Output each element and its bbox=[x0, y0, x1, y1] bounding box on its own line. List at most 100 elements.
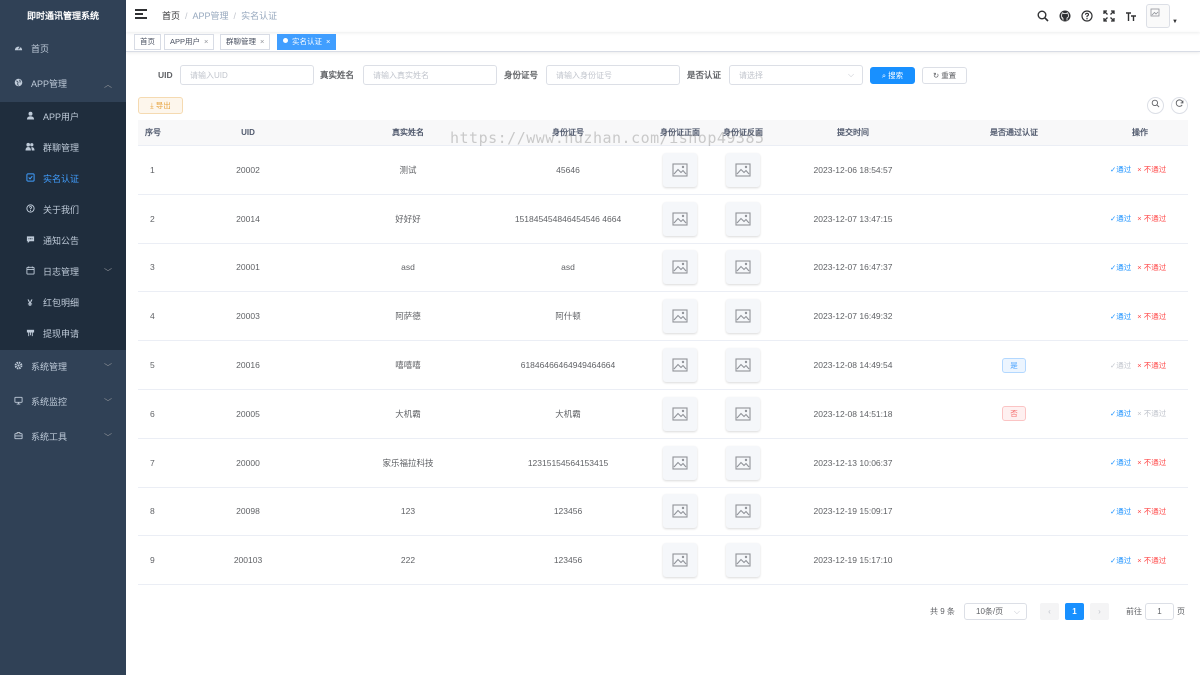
tag-group-chat[interactable]: 群聊管理 × bbox=[220, 34, 271, 50]
close-icon[interactable]: × bbox=[326, 37, 330, 46]
sidebar-item-real-name[interactable]: 实名认证 bbox=[0, 164, 126, 195]
image-placeholder-icon[interactable] bbox=[663, 396, 697, 431]
sidebar-item-notice[interactable]: 通知公告 bbox=[0, 226, 126, 257]
image-placeholder-icon[interactable] bbox=[726, 299, 760, 334]
approve-button[interactable]: ✓通过 bbox=[1110, 457, 1131, 468]
fullscreen-icon[interactable] bbox=[1102, 10, 1115, 23]
github-icon[interactable] bbox=[1058, 10, 1071, 23]
close-icon[interactable]: × bbox=[260, 37, 264, 46]
cell-verified: 是 bbox=[964, 341, 1064, 389]
approve-button[interactable]: ✓通过 bbox=[1110, 164, 1131, 175]
image-placeholder-icon[interactable] bbox=[726, 348, 760, 383]
toggle-search-button[interactable] bbox=[1147, 97, 1164, 114]
refresh-button[interactable] bbox=[1171, 97, 1188, 114]
approve-button[interactable]: ✓通过 bbox=[1110, 555, 1131, 566]
approve-button[interactable]: ✓通过 bbox=[1110, 506, 1131, 517]
approve-label: 通过 bbox=[1116, 555, 1132, 565]
reject-button[interactable]: × 不通过 bbox=[1137, 213, 1166, 224]
image-placeholder-icon[interactable] bbox=[726, 445, 760, 480]
prev-page-button[interactable]: ‹ bbox=[1040, 603, 1059, 620]
reject-button[interactable]: × 不通过 bbox=[1137, 408, 1166, 419]
sidebar-item-app-users[interactable]: APP用户 bbox=[0, 102, 126, 133]
image-placeholder-icon[interactable] bbox=[663, 152, 697, 187]
export-button[interactable]: ⤓ 导出 bbox=[138, 97, 183, 114]
image-placeholder-icon[interactable] bbox=[726, 201, 760, 236]
caret-down-icon[interactable]: ▼ bbox=[1172, 19, 1178, 25]
cell-id-back bbox=[713, 439, 773, 487]
reject-button[interactable]: × 不通过 bbox=[1137, 311, 1166, 322]
hamburger-icon[interactable] bbox=[135, 9, 147, 21]
goto-page-input[interactable] bbox=[1145, 603, 1174, 620]
checkbox-icon bbox=[24, 164, 36, 195]
sidebar-item-about[interactable]: 关于我们 bbox=[0, 195, 126, 226]
approve-button[interactable]: ✓通过 bbox=[1110, 311, 1131, 322]
cell-verified bbox=[964, 488, 1064, 536]
sidebar-item-withdraw[interactable]: 提现申请 bbox=[0, 319, 126, 350]
cell-submit-time: 2023-12-07 16:49:32 bbox=[813, 311, 893, 322]
sidebar-item-tools[interactable]: 系统工具 ﹀ bbox=[0, 420, 126, 455]
cell-submit-time: 2023-12-08 14:49:54 bbox=[813, 360, 893, 371]
sidebar-item-label: APP管理 bbox=[31, 79, 68, 89]
tag-home[interactable]: 首页 bbox=[134, 34, 161, 50]
image-placeholder-icon[interactable] bbox=[663, 494, 697, 529]
image-placeholder-icon[interactable] bbox=[726, 494, 760, 529]
reject-button[interactable]: × 不通过 bbox=[1137, 457, 1166, 468]
breadcrumb-app-manage[interactable]: APP管理 bbox=[193, 11, 229, 21]
real-name-input[interactable] bbox=[363, 65, 497, 85]
help-icon[interactable] bbox=[1080, 10, 1093, 23]
reject-button[interactable]: × 不通过 bbox=[1137, 262, 1166, 273]
sidebar-item-system[interactable]: 系统管理 ﹀ bbox=[0, 350, 126, 385]
approve-button[interactable]: ✓通过 bbox=[1110, 213, 1131, 224]
cell-idcard: 123456 bbox=[553, 555, 583, 566]
uid-input[interactable] bbox=[180, 65, 314, 85]
image-placeholder-icon[interactable] bbox=[726, 543, 760, 578]
image-placeholder-icon[interactable] bbox=[726, 396, 760, 431]
approve-label: 通过 bbox=[1116, 311, 1132, 321]
tag-app-users[interactable]: APP用户 × bbox=[164, 34, 215, 50]
approve-button[interactable]: ✓通过 bbox=[1110, 360, 1131, 371]
navbar: 首页 / APP管理 / 实名认证 ▼ bbox=[126, 0, 1200, 32]
image-placeholder-icon[interactable] bbox=[663, 348, 697, 383]
toolbox-icon bbox=[12, 420, 24, 455]
page-size-select[interactable]: 10条/页 ⌵ bbox=[964, 603, 1027, 620]
page-number-current[interactable]: 1 bbox=[1065, 603, 1084, 620]
sidebar-item-redpacket[interactable]: ¥ 红包明细 bbox=[0, 288, 126, 319]
cell-index: 1 bbox=[150, 164, 155, 175]
image-placeholder-icon[interactable] bbox=[663, 250, 697, 285]
sidebar-item-group-chat[interactable]: 群聊管理 bbox=[0, 133, 126, 164]
image-placeholder-icon[interactable] bbox=[663, 445, 697, 480]
image-placeholder-icon[interactable] bbox=[663, 543, 697, 578]
reset-button[interactable]: ↻ 重置 bbox=[922, 67, 967, 84]
approve-button[interactable]: ✓通过 bbox=[1110, 408, 1131, 419]
image-placeholder-icon[interactable] bbox=[726, 250, 760, 285]
idcard-input[interactable] bbox=[546, 65, 680, 85]
reject-button[interactable]: × 不通过 bbox=[1137, 360, 1166, 371]
cell-name: 嘻嘻嘻 bbox=[395, 360, 421, 371]
search-icon[interactable] bbox=[1036, 10, 1049, 23]
tag-real-name[interactable]: 实名认证 × bbox=[277, 34, 337, 50]
sidebar-item-app-manage[interactable]: APP管理 ︿ bbox=[0, 67, 126, 102]
cell-id-front bbox=[650, 195, 710, 243]
reject-button[interactable]: × 不通过 bbox=[1137, 506, 1166, 517]
verified-select[interactable] bbox=[729, 65, 863, 85]
reject-button[interactable]: × 不通过 bbox=[1137, 555, 1166, 566]
sidebar-item-monitor[interactable]: 系统监控 ﹀ bbox=[0, 385, 126, 420]
sidebar-item-home[interactable]: 首页 bbox=[0, 32, 126, 67]
approve-button[interactable]: ✓通过 bbox=[1110, 262, 1131, 273]
image-placeholder-icon[interactable] bbox=[726, 152, 760, 187]
sidebar-item-label: 红包明细 bbox=[43, 298, 80, 308]
close-icon[interactable]: × bbox=[204, 37, 208, 46]
user-icon bbox=[24, 102, 36, 133]
breadcrumb-home[interactable]: 首页 bbox=[162, 11, 180, 21]
font-size-icon[interactable] bbox=[1124, 10, 1137, 23]
image-placeholder-icon[interactable] bbox=[663, 299, 697, 334]
name-label: 真实姓名 bbox=[320, 70, 355, 80]
search-button[interactable]: ⌕ 搜索 bbox=[870, 67, 915, 84]
sidebar-item-log[interactable]: 日志管理 ﹀ bbox=[0, 257, 126, 288]
reject-button[interactable]: × 不通过 bbox=[1137, 164, 1166, 175]
next-page-button[interactable]: › bbox=[1090, 603, 1109, 620]
image-placeholder-icon[interactable] bbox=[663, 201, 697, 236]
avatar[interactable] bbox=[1146, 4, 1171, 28]
cell-id-front bbox=[650, 390, 710, 438]
goto-prefix: 前往 bbox=[1126, 607, 1142, 616]
